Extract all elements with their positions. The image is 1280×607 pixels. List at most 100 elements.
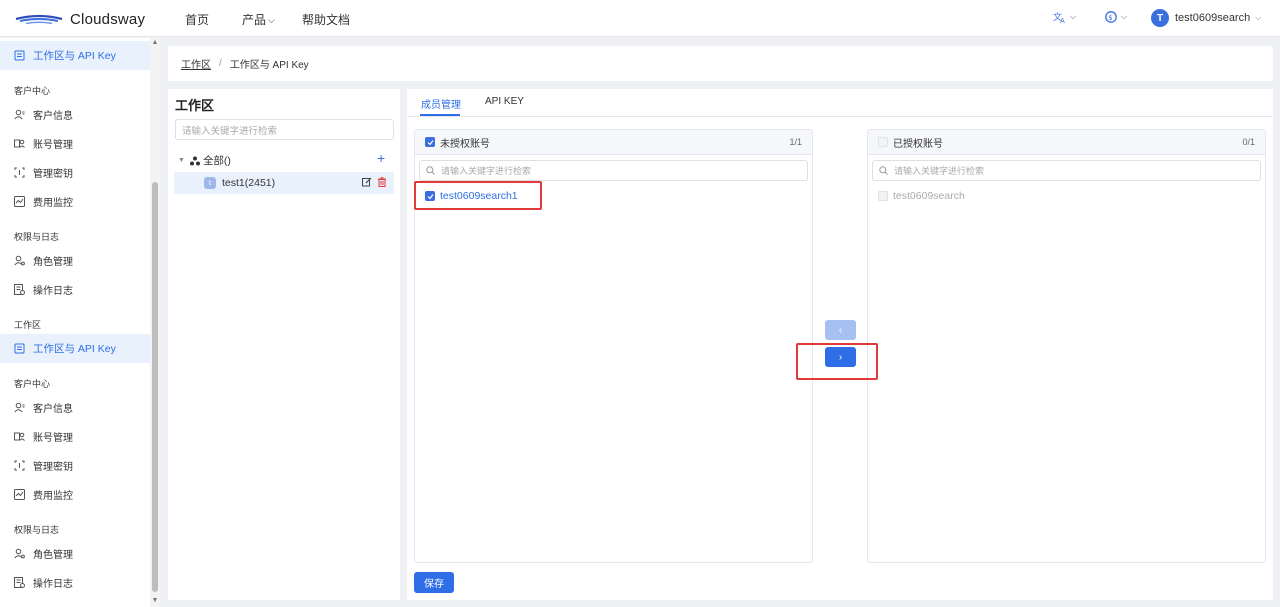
log-icon (14, 284, 25, 295)
sidebar-item-label: 费用监控 (33, 491, 73, 502)
sidebar-section-title: 权限与日志 (14, 232, 60, 242)
sidebar-item-label: 角色管理 (33, 550, 73, 561)
tab-active-indicator (420, 114, 460, 116)
tabs: 成员管理 API KEY (407, 89, 1273, 117)
move-left-button[interactable]: ‹ (825, 320, 856, 340)
sidebar-item-keys[interactable]: 管理密钥 (14, 165, 73, 180)
chevron-down-icon: ⌵ (1121, 12, 1128, 21)
sidebar-item-workspace-apikey[interactable]: 工作区与 API Key (0, 334, 150, 363)
sidebar-section-title: 权限与日志 (14, 525, 60, 535)
sidebar-item-label: 费用监控 (33, 198, 73, 209)
sidebar-item-billing[interactable]: 费用监控 (14, 194, 73, 209)
sidebar-item-customer-info[interactable]: 客户信息 (14, 107, 73, 122)
item-label: test0609search (893, 190, 965, 202)
delete-icon[interactable] (377, 177, 387, 187)
sidebar-item-label: 客户信息 (33, 404, 73, 415)
avatar: T (1151, 9, 1169, 27)
tab-api-key[interactable]: API KEY (485, 96, 524, 107)
chevron-down-icon: ⌵ (1070, 12, 1077, 21)
caret-down-icon[interactable]: ▼ (178, 157, 185, 164)
users-icon (14, 432, 25, 441)
workspace-icon (14, 50, 25, 61)
chart-monitor-icon (14, 489, 25, 500)
sidebar-item-workspace-apikey-top[interactable]: 工作区与 API Key (0, 41, 150, 70)
sidebar-item-label: 工作区与 API Key (33, 343, 116, 355)
sidebar-item-label: 管理密钥 (33, 169, 73, 180)
list-header: 未授权账号 1/1 (415, 130, 812, 155)
key-frame-icon (14, 167, 25, 178)
search-placeholder: 请输入关键字进行检索 (441, 166, 532, 176)
search-icon (879, 166, 888, 175)
currency-switch[interactable]: $ ⌵ (1104, 10, 1127, 24)
select-all-checkbox[interactable] (878, 137, 888, 147)
sidebar: 工作区与 API Key 客户中心 客户信息 账号管理 管理密钥 费用监控 权限… (0, 38, 160, 607)
list-title: 已授权账号 (893, 138, 943, 150)
sidebar-item-accounts[interactable]: 账号管理 (14, 429, 73, 444)
log-icon (14, 577, 25, 588)
sidebar-section-title: 工作区 (14, 320, 42, 330)
search-placeholder: 请输入关键字进行检索 (894, 166, 985, 176)
check-icon (427, 139, 433, 145)
scroll-down-icon[interactable]: ▼ (151, 597, 159, 604)
tab-members[interactable]: 成员管理 (421, 96, 461, 111)
sidebar-item-roles[interactable]: 角色管理 (14, 253, 73, 268)
nav-products[interactable]: 产品 ⌵ (242, 11, 275, 28)
sidebar-item-keys[interactable]: 管理密钥 (14, 458, 73, 473)
item-checkbox[interactable] (425, 191, 435, 201)
edit-icon[interactable] (362, 177, 372, 187)
unauthorized-search-input[interactable]: 请输入关键字进行检索 (419, 160, 808, 181)
sidebar-item-roles[interactable]: 角色管理 (14, 546, 73, 561)
workspace-icon (14, 343, 25, 354)
breadcrumb: 工作区 / 工作区与 API Key (168, 46, 1273, 81)
sidebar-scrollbar[interactable]: ▲ ▼ (150, 38, 160, 607)
list-count: 0/1 (1242, 137, 1255, 147)
user-menu[interactable]: T test0609search ⌵ (1151, 9, 1261, 27)
nav-docs[interactable]: 帮助文档 (302, 11, 350, 28)
sidebar-item-label: 工作区与 API Key (33, 50, 116, 62)
sidebar-item-logs[interactable]: 操作日志 (14, 575, 73, 590)
members-panel: 成员管理 API KEY 未授权账号 1/1 请输入关键字进行检索 test06… (407, 89, 1273, 600)
top-bar: Cloudsway 首页 产品 ⌵ 帮助文档 文 A ⌵ $ ⌵ T test06… (0, 0, 1280, 37)
move-right-button[interactable]: › (825, 347, 856, 367)
sidebar-item-customer-info[interactable]: 客户信息 (14, 400, 73, 415)
user-icon (14, 402, 25, 413)
breadcrumb-link-workspace[interactable]: 工作区 (181, 56, 211, 71)
sidebar-item-label: 角色管理 (33, 257, 73, 268)
node-badge: t (204, 177, 216, 189)
authorized-search-input[interactable]: 请输入关键字进行检索 (872, 160, 1261, 181)
app-name: Cloudsway (70, 10, 146, 28)
select-all-checkbox[interactable] (425, 137, 435, 147)
chevron-down-icon: ⌵ (1255, 13, 1262, 22)
search-placeholder: 请输入关键字进行检索 (182, 125, 278, 137)
save-button[interactable]: 保存 (414, 572, 454, 593)
sidebar-item-label: 账号管理 (33, 433, 73, 444)
sidebar-item-label: 客户信息 (33, 111, 73, 122)
breadcrumb-separator: / (219, 58, 222, 69)
logo[interactable]: Cloudsway (14, 9, 145, 29)
list-item[interactable]: test0609search1 (425, 190, 518, 202)
group-icon (189, 156, 200, 165)
scroll-up-icon[interactable]: ▲ (151, 39, 159, 46)
tree-root[interactable]: ▼ 全部() (178, 153, 231, 168)
check-icon (427, 193, 433, 199)
add-workspace-icon[interactable]: + (377, 150, 385, 166)
scroll-thumb[interactable] (152, 182, 158, 592)
workspace-title: 工作区 (175, 98, 215, 113)
sidebar-item-label: 管理密钥 (33, 462, 73, 473)
workspace-search-input[interactable]: 请输入关键字进行检索 (175, 119, 394, 140)
authorized-list: 已授权账号 0/1 请输入关键字进行检索 test0609search (867, 129, 1266, 563)
sidebar-item-accounts[interactable]: 账号管理 (14, 136, 73, 151)
sidebar-item-billing[interactable]: 费用监控 (14, 487, 73, 502)
svg-text:$: $ (1108, 14, 1112, 22)
item-checkbox (878, 191, 888, 201)
sidebar-section-title: 客户中心 (14, 379, 51, 389)
sidebar-item-label: 账号管理 (33, 140, 73, 151)
sidebar-item-logs[interactable]: 操作日志 (14, 282, 73, 297)
workspace-panel: 工作区 请输入关键字进行检索 ▼ 全部() + t test1(2451) (168, 89, 400, 600)
language-switch[interactable]: 文 A ⌵ (1053, 10, 1076, 24)
sidebar-item-label: 操作日志 (33, 286, 73, 297)
nav-home[interactable]: 首页 (185, 11, 209, 28)
tree-node-test1[interactable]: t test1(2451) (174, 172, 394, 194)
list-count: 1/1 (789, 137, 802, 147)
search-icon (426, 166, 435, 175)
